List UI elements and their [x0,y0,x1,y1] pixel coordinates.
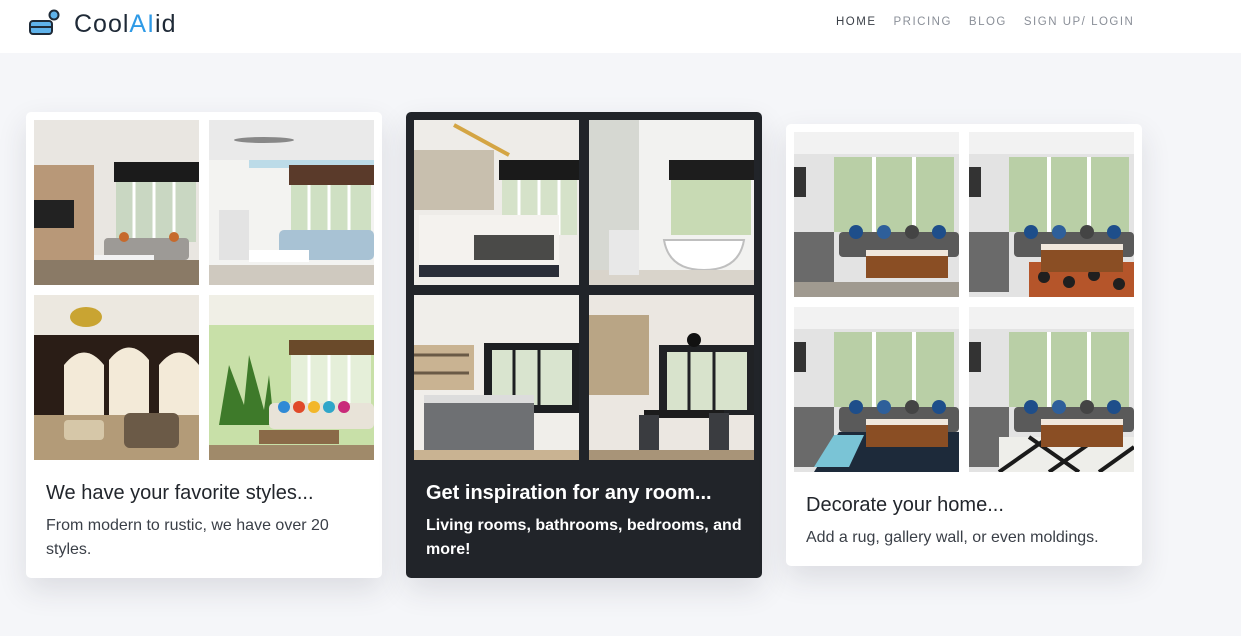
main-nav: HOME PRICING BLOG SIGN UP/ LOGIN [836,16,1151,28]
rooms-card[interactable]: Get inspiration for any room... Living r… [406,112,762,578]
card-description: Living rooms, bathrooms, bedrooms, and m… [426,517,742,558]
room-image [34,120,199,285]
room-image [414,295,579,460]
nav-home[interactable]: HOME [836,16,877,28]
room-image [589,295,754,460]
rooms-image-grid [414,120,754,460]
brand-name: CoolAIid [74,9,177,38]
styles-image-grid [34,120,374,460]
room-image [209,295,374,460]
card-title: Get inspiration for any room... [426,482,712,504]
room-image [794,307,959,472]
nav-signup-login[interactable]: SIGN UP/ LOGIN [1024,16,1134,28]
card-title: We have your favorite styles... [46,482,314,504]
nav-pricing[interactable]: PRICING [894,16,952,28]
room-image [209,120,374,285]
room-image [589,120,754,285]
room-image [969,307,1134,472]
room-image [794,132,959,297]
room-image [34,295,199,460]
styles-card[interactable]: We have your favorite styles... From mod… [26,112,382,578]
brand-logo[interactable]: CoolAIid [28,8,177,40]
logo-icon [28,9,62,39]
card-description: From modern to rustic, we have over 20 s… [46,517,329,558]
nav-blog[interactable]: BLOG [969,16,1007,28]
card-title: Decorate your home... [806,494,1004,516]
top-navbar: CoolAIid HOME PRICING BLOG SIGN UP/ LOGI… [0,0,1241,53]
decorate-card[interactable]: Decorate your home... Add a rug, gallery… [786,124,1142,566]
room-image [969,132,1134,297]
room-image [414,120,579,285]
card-description: Add a rug, gallery wall, or even molding… [806,529,1099,546]
decorate-image-grid [794,132,1134,472]
